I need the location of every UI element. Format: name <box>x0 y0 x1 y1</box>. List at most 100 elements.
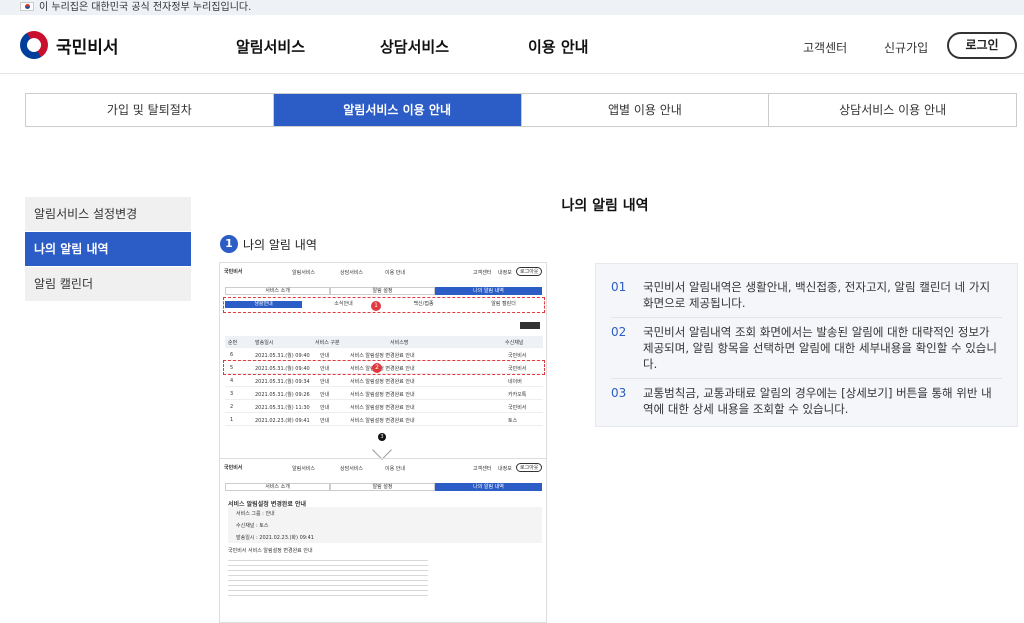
shot-detail-box: 서비스 그룹 : 안내 수신채널 : 토스 발송일시 : 2021.02.23.… <box>228 507 542 543</box>
tab-notice-guide[interactable]: 알림서비스 이용 안내 <box>273 94 522 126</box>
tab-consult-guide[interactable]: 상담서비스 이용 안내 <box>769 94 1016 126</box>
info-item: 01 국민비서 알림내역은 생활안내, 백신접종, 전자고지, 알림 캘린더 네 … <box>611 273 1002 318</box>
shot-table-row: 4 2021.05.31.(월) 09:34 안내 서비스 알림설정 변경완료 안내 네… <box>225 375 543 387</box>
shot-cell: 2021.05.31.(월) 09:26 <box>255 392 310 398</box>
shot-divider <box>220 458 546 459</box>
shot2-tab-1: 서비스 소개 <box>225 483 330 491</box>
shot2-gnb-2: 상담서비스 <box>340 466 364 472</box>
signup-link[interactable]: 신규가입 <box>884 39 928 56</box>
shot-table-header: 순번 발송일시 서비스 구분 서비스명 수신채널 <box>225 336 543 348</box>
korea-flag-icon <box>20 2 34 11</box>
shot-cell: 서비스 알림설정 변경완료 안내 <box>350 405 415 411</box>
shot-cell: 국민비서 <box>508 353 527 359</box>
shot2-logo: 국민비서 <box>224 465 243 471</box>
shot-cell: 안내 <box>320 392 330 398</box>
info-number: 01 <box>611 280 627 294</box>
shot-gnb-2: 상담서비스 <box>340 270 364 276</box>
marker-1: 1 <box>371 301 381 311</box>
shot-cell: 안내 <box>320 353 330 359</box>
side-item-settings[interactable]: 알림서비스 설정변경 <box>25 197 191 232</box>
shot-cell: 2 <box>230 404 234 410</box>
gnb-notice-service[interactable]: 알림서비스 <box>236 36 305 57</box>
shot-util-3: 로그아웃 <box>516 267 543 276</box>
tab-app-guide[interactable]: 앱별 이용 안내 <box>522 94 770 126</box>
shot-col-channel: 수신채널 <box>505 340 524 346</box>
shot2-gnb-1: 알림서비스 <box>292 466 316 472</box>
shot2-util-1: 고객센터 <box>473 466 492 472</box>
step-heading: 1 나의 알림 내역 <box>220 235 317 253</box>
shot-cell: 안내 <box>320 405 330 411</box>
shot-cell: 1 <box>230 417 234 423</box>
shot-table-row: 1 2021.02.23.(화) 09:41 안내 서비스 알림설정 변경완료 안내 토… <box>225 414 543 426</box>
shot-search-button <box>520 322 540 329</box>
step-label: 나의 알림 내역 <box>243 237 317 252</box>
gov-banner-text: 이 누리집은 대한민국 공식 전자정부 누리집입니다. <box>39 2 252 13</box>
tab-join-leave[interactable]: 가입 및 탈퇴절차 <box>26 94 274 126</box>
info-text: 국민비서 알림내역 조회 화면에서는 발송된 알림에 대한 대략적인 정보가 제… <box>643 325 997 371</box>
shot-logo: 국민비서 <box>224 269 243 275</box>
shot-detail-body-placeholder <box>228 556 428 596</box>
info-item: 02 국민비서 알림내역 조회 화면에서는 발송된 알림에 대한 대략적인 정보가… <box>611 318 1002 379</box>
shot-detail-line: 발송일시 : 2021.02.23.(화) 09:41 <box>236 535 314 541</box>
shot-cell: 안내 <box>320 379 330 385</box>
shot-detail-line: 수신채널 : 토스 <box>236 523 269 529</box>
shot-col-no: 순번 <box>228 340 238 346</box>
shot-cell: 국민비서 <box>508 405 527 411</box>
page-title: 나의 알림 내역 <box>561 198 649 214</box>
gnb-usage-guide[interactable]: 이용 안내 <box>528 36 588 57</box>
marker-2: 2 <box>372 363 382 373</box>
shot-table-row: 3 2021.05.31.(월) 09:26 안내 서비스 알림설정 변경완료 안내 카… <box>225 388 543 400</box>
shot-cell: 2021.05.31.(월) 11:30 <box>255 405 310 411</box>
info-text: 국민비서 알림내역은 생활안내, 백신접종, 전자고지, 알림 캘린더 네 가지… <box>643 280 991 310</box>
shot-gnb-3: 이용 안내 <box>385 270 405 276</box>
shot-cell: 네이버 <box>508 379 522 385</box>
shot-cell: 토스 <box>508 418 518 424</box>
step-number: 1 <box>220 235 238 253</box>
shot-cell: 서비스 알림설정 변경완료 안내 <box>350 392 415 398</box>
shot-tab-3: 나의 알림 내역 <box>435 287 542 295</box>
logo-text: 국민비서 <box>56 37 119 58</box>
gov-banner: 이 누리집은 대한민국 공식 전자정부 누리집입니다. <box>0 0 1024 15</box>
shot2-util-3: 로그아웃 <box>516 463 543 472</box>
logo[interactable]: 국민비서 <box>14 25 119 65</box>
shot-cell: 서비스 알림설정 변경완료 안내 <box>350 379 415 385</box>
gnb-consult-service[interactable]: 상담서비스 <box>380 36 449 57</box>
shot-cell: 2021.02.23.(화) 09:41 <box>255 418 310 424</box>
side-menu: 알림서비스 설정변경 나의 알림 내역 알림 캘린더 <box>25 197 191 302</box>
shot-table-row: 2 2021.05.31.(월) 11:30 안내 서비스 알림설정 변경완료 안내 국… <box>225 401 543 413</box>
shot-cell: 서비스 알림설정 변경완료 안내 <box>350 418 415 424</box>
side-item-my-notices[interactable]: 나의 알림 내역 <box>25 232 191 267</box>
shot-tab-1: 서비스 소개 <box>225 287 330 295</box>
shot-tab-2: 알림 설정 <box>330 287 435 295</box>
shot-util-1: 고객센터 <box>473 270 492 276</box>
shot2-tab-2: 알림 설정 <box>330 483 435 491</box>
guide-tabs: 가입 및 탈퇴절차 알림서비스 이용 안내 앱별 이용 안내 상담서비스 이용 … <box>25 93 1017 127</box>
side-item-calendar[interactable]: 알림 캘린더 <box>25 267 191 302</box>
info-number: 03 <box>611 386 627 400</box>
shot-detail-line: 서비스 그룹 : 안내 <box>236 511 275 517</box>
shot2-tab-3: 나의 알림 내역 <box>435 483 542 491</box>
shot-detail-footer: 국민비서 서비스 알림설정 변경완료 안내 <box>228 548 313 554</box>
shot2-gnb-3: 이용 안내 <box>385 466 405 472</box>
shot-cell: 카카오톡 <box>508 392 527 398</box>
shot-cell: 서비스 알림설정 변경완료 안내 <box>350 353 415 359</box>
shot-cell: 4 <box>230 378 234 384</box>
shot-cell: 안내 <box>320 418 330 424</box>
shot-cell: 2021.05.31.(월) 09:40 <box>255 353 310 359</box>
info-box: 01 국민비서 알림내역은 생활안내, 백신접종, 전자고지, 알림 캘린더 네 … <box>595 263 1018 427</box>
highlight-box-2 <box>223 360 545 375</box>
shot-cell: 3 <box>230 391 234 397</box>
arrow-down-icon <box>372 440 392 460</box>
taegeuk-logo-icon <box>14 25 54 65</box>
shot-cell: 2021.05.31.(월) 09:34 <box>255 379 310 385</box>
info-text: 교통범칙금, 교통과태료 알림의 경우에는 [상세보기] 버튼을 통해 위반 내… <box>643 386 992 416</box>
login-button[interactable]: 로그인 <box>947 32 1017 59</box>
help-center-link[interactable]: 고객센터 <box>803 39 847 56</box>
example-screenshot: 국민비서 알림서비스 상담서비스 이용 안내 고객센터 내정보 로그아웃 서비스… <box>219 262 547 623</box>
shot-gnb-1: 알림서비스 <box>292 270 316 276</box>
header: 국민비서 알림서비스 상담서비스 이용 안내 고객센터 신규가입 로그인 <box>0 15 1024 74</box>
shot-cell: 6 <box>230 352 234 358</box>
info-number: 02 <box>611 325 627 339</box>
highlight-box-1 <box>223 297 545 313</box>
shot2-util-2: 내정보 <box>498 466 512 472</box>
